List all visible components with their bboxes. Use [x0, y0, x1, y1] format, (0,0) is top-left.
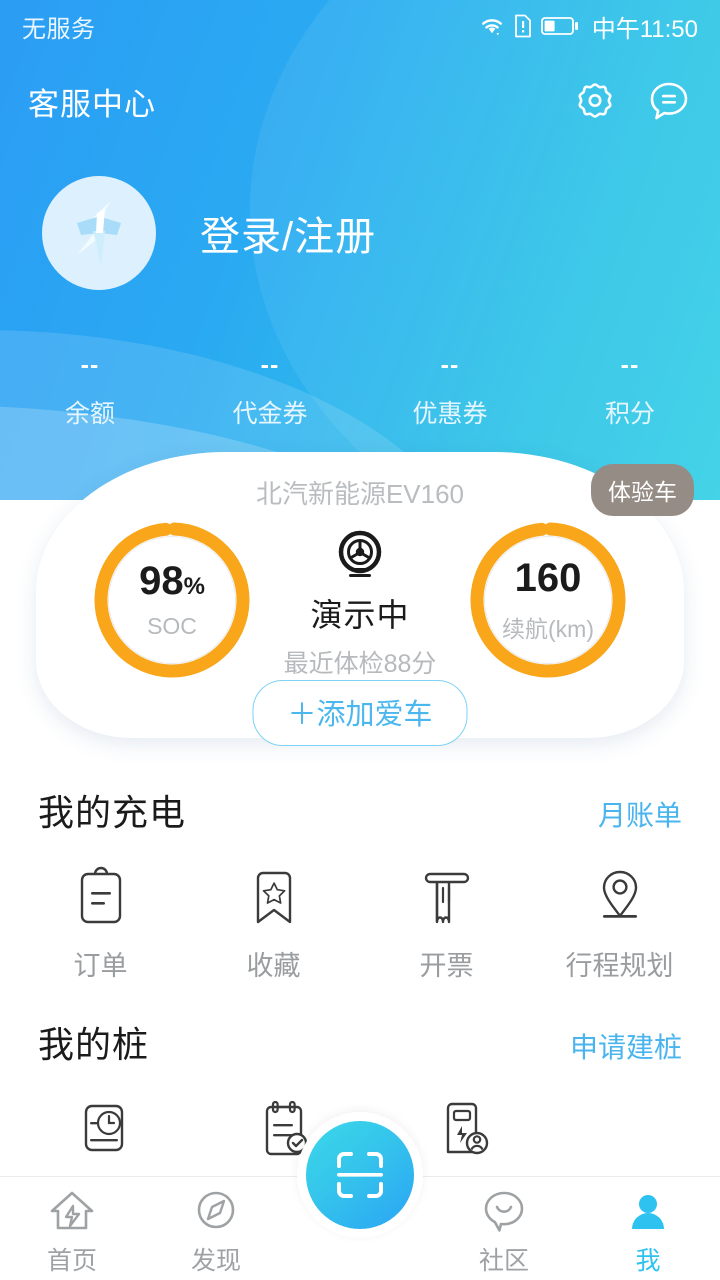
nav-item-home[interactable]: 首页 — [0, 1177, 144, 1280]
steering-wheel-icon — [338, 530, 382, 577]
message-button[interactable] — [646, 78, 692, 124]
sim-alert-icon — [514, 14, 531, 38]
shortcut-invoice[interactable]: 开票 — [360, 866, 533, 983]
route-pin-icon — [602, 870, 637, 918]
stat-value: -- — [260, 351, 280, 379]
home-bolt-icon — [50, 1191, 94, 1230]
scan-icon — [337, 1152, 383, 1198]
range-gauge: 160 续航(km) — [468, 520, 628, 680]
status-bar-icons: 中午11:50 — [479, 9, 698, 44]
settings-button[interactable] — [572, 78, 618, 124]
stat-label: 余额 — [64, 400, 115, 428]
invoice-icon — [424, 872, 469, 924]
stat-balance[interactable]: -- 余额 — [0, 350, 180, 430]
scan-fab[interactable] — [306, 1121, 414, 1229]
profile-person-icon — [632, 1195, 664, 1229]
section-header: 我的充电 月账单 — [0, 784, 720, 836]
clock-label: 中午11:50 — [591, 15, 698, 43]
nav-label: 首页 — [46, 1247, 97, 1275]
stat-label: 积分 — [604, 400, 655, 428]
nav-label: 社区 — [478, 1247, 529, 1275]
section-title: 我的充电 — [38, 792, 187, 833]
vehicle-health-label: 最近体检88分 — [283, 650, 437, 678]
battery-icon — [540, 17, 578, 35]
title-bar-actions — [572, 78, 692, 124]
my-charging-section: 我的充电 月账单 订单 收藏 开票 行程规划 — [0, 784, 720, 983]
range-value: 160 — [514, 555, 582, 600]
demo-car-badge: 体验车 — [591, 464, 694, 516]
soc-gauge: 98% SOC — [92, 520, 252, 680]
pile-grid-spacer — [554, 1098, 720, 1176]
wifi-icon — [481, 19, 502, 36]
soc-value: 98% — [139, 559, 205, 603]
nav-item-discover[interactable]: 发现 — [144, 1177, 288, 1280]
vehicle-model-label: 北汽新能源EV160 — [255, 479, 465, 509]
vehicle-card[interactable]: 北汽新能源EV160 体验车 98% SOC 160 续航(km) 演示中 最近… — [36, 452, 694, 746]
shortcut-label: 行程规划 — [565, 951, 674, 981]
charging-shortcut-grid: 订单 收藏 开票 行程规划 — [0, 866, 720, 983]
scan-fab-wrapper[interactable] — [297, 1112, 423, 1238]
shortcut-favorite[interactable]: 收藏 — [187, 866, 360, 983]
shortcut-pile-clock[interactable] — [14, 1098, 194, 1176]
shortcut-order[interactable]: 订单 — [14, 866, 187, 983]
stat-value: -- — [620, 351, 640, 379]
stat-label: 优惠券 — [412, 400, 488, 428]
nav-label: 我 — [635, 1247, 661, 1275]
nav-label: 发现 — [190, 1247, 241, 1275]
login-register-label[interactable]: 登录/注册 — [200, 204, 376, 262]
favorite-bookmark-icon — [256, 871, 291, 924]
range-label: 续航(km) — [502, 615, 594, 642]
stat-value: -- — [440, 351, 460, 379]
stats-row: -- 余额 -- 代金券 -- 优惠券 -- 积分 — [0, 350, 720, 430]
pile-user-icon — [446, 1102, 489, 1155]
order-clipboard-icon — [80, 866, 121, 924]
section-header: 我的桩 申请建桩 — [0, 1016, 720, 1068]
pile-clock-icon — [84, 1104, 124, 1152]
nav-item-profile[interactable]: 我 — [576, 1177, 720, 1280]
add-car-button[interactable]: ＋添加爱车 — [252, 680, 468, 746]
stat-points[interactable]: -- 积分 — [540, 350, 720, 430]
stat-voucher[interactable]: -- 代金券 — [180, 350, 360, 430]
soc-gauge-inner: 98% SOC — [108, 536, 236, 664]
status-bar: 无服务 中午11:50 — [0, 0, 720, 52]
monthly-bill-link[interactable]: 月账单 — [598, 794, 682, 834]
avatar[interactable] — [42, 176, 156, 290]
page-title: 客服中心 — [28, 86, 156, 122]
apply-pile-link[interactable]: 申请建桩 — [570, 1026, 682, 1066]
gear-icon — [578, 83, 612, 118]
shortcut-label: 订单 — [73, 951, 128, 981]
compass-icon — [197, 1191, 235, 1229]
soc-label: SOC — [147, 613, 197, 639]
title-bar: 客服中心 — [0, 62, 720, 140]
nav-item-community[interactable]: 社区 — [432, 1177, 576, 1280]
shortcut-route[interactable]: 行程规划 — [533, 866, 706, 983]
vehicle-status-label: 演示中 — [310, 597, 410, 633]
profile-row[interactable]: 登录/注册 — [42, 176, 376, 290]
community-chat-icon — [484, 1191, 524, 1232]
stat-coupon[interactable]: -- 优惠券 — [360, 350, 540, 430]
shortcut-label: 收藏 — [246, 951, 301, 981]
range-gauge-inner: 160 续航(km) — [484, 536, 612, 664]
app-root: 无服务 中午11:50 客服中心 登录/注册 -- 余额 -- 代金券 -- 优… — [0, 0, 720, 1280]
section-title: 我的桩 — [38, 1024, 150, 1065]
shortcut-label: 开票 — [419, 951, 474, 981]
brand-logo-icon — [77, 201, 121, 267]
vehicle-status-block: 演示中 最近体检88分 — [230, 526, 490, 680]
message-icon — [650, 82, 688, 120]
stat-label: 代金券 — [232, 400, 308, 428]
stat-value: -- — [80, 351, 100, 379]
carrier-label: 无服务 — [22, 15, 96, 43]
